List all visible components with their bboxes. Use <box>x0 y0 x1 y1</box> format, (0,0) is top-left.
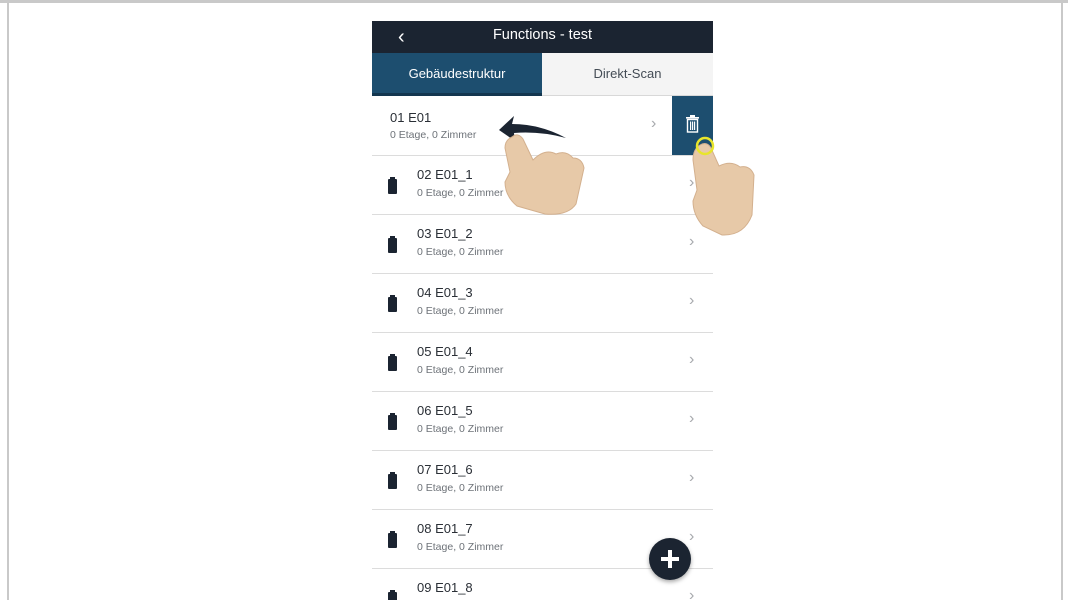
list-item-subtitle: 0 Etage, 0 Zimmer <box>417 482 504 494</box>
add-button[interactable] <box>649 538 691 580</box>
chevron-right-icon: › <box>651 115 657 132</box>
chevron-right-icon: › <box>689 469 695 486</box>
list-item[interactable]: 03 E01_2 0 Etage, 0 Zimmer › <box>372 215 713 274</box>
chevron-right-icon: › <box>689 292 695 309</box>
trash-icon <box>686 115 699 133</box>
list-item-name: 04 E01_3 <box>417 285 473 300</box>
battery-icon <box>388 413 397 430</box>
list-item[interactable]: 04 E01_3 0 Etage, 0 Zimmer › <box>372 274 713 333</box>
list-item-subtitle: 0 Etage, 0 Zimmer <box>417 305 504 317</box>
list-item-subtitle: 0 Etage, 0 Zimmer <box>417 246 504 258</box>
list-item-name: 06 E01_5 <box>417 403 473 418</box>
list-item-subtitle: 0 Etage, 0 Zimmer <box>417 187 504 199</box>
tab-direkt-scan[interactable]: Direkt-Scan <box>542 53 713 96</box>
chevron-right-icon: › <box>689 410 695 427</box>
battery-icon <box>388 354 397 371</box>
list-item-swiped[interactable]: 01 E01 0 Etage, 0 Zimmer › <box>372 96 713 156</box>
app-header: ‹ Functions - test <box>372 21 713 53</box>
tab-bar: Gebäudestruktur Direkt-Scan <box>372 53 713 96</box>
frame-right-border <box>1061 0 1063 600</box>
list-item-subtitle: 0 Etage, 0 Zimmer <box>417 364 504 376</box>
list-item-name: 03 E01_2 <box>417 226 473 241</box>
battery-icon <box>388 177 397 194</box>
list-item-subtitle: 0 Etage, 0 Zimmer <box>417 541 504 553</box>
list-item-name: 05 E01_4 <box>417 344 473 359</box>
frame-left-border <box>7 0 9 600</box>
chevron-right-icon: › <box>689 174 695 191</box>
list-item-name: 02 E01_1 <box>417 167 473 182</box>
chevron-right-icon: › <box>689 351 695 368</box>
delete-button[interactable] <box>672 96 713 155</box>
chevron-right-icon: › <box>689 233 695 250</box>
list-item-subtitle: 0 Etage, 0 Zimmer <box>417 423 504 435</box>
tab-gebaeudestruktur[interactable]: Gebäudestruktur <box>372 53 542 96</box>
frame-top-border <box>0 0 1068 3</box>
list-item-subtitle: 0 Etage, 0 Zimmer <box>390 129 477 141</box>
chevron-right-icon: › <box>689 528 695 545</box>
battery-icon <box>388 472 397 489</box>
chevron-right-icon: › <box>689 587 695 600</box>
list-item[interactable]: 02 E01_1 0 Etage, 0 Zimmer › <box>372 156 713 215</box>
battery-icon <box>388 531 397 548</box>
list-item-name: 07 E01_6 <box>417 462 473 477</box>
list-item-name: 01 E01 <box>390 110 432 125</box>
battery-icon <box>388 590 397 600</box>
list-item[interactable]: 06 E01_5 0 Etage, 0 Zimmer › <box>372 392 713 451</box>
battery-icon <box>388 236 397 253</box>
list-item-name: 08 E01_7 <box>417 521 473 536</box>
page-title: Functions - test <box>492 27 593 43</box>
phone-screen: ‹ Functions - test Gebäudestruktur Direk… <box>372 21 713 600</box>
list-item[interactable]: 05 E01_4 0 Etage, 0 Zimmer › <box>372 333 713 392</box>
list-item[interactable]: 07 E01_6 0 Etage, 0 Zimmer › <box>372 451 713 510</box>
battery-icon <box>388 295 397 312</box>
list-item-name: 09 E01_8 <box>417 580 473 595</box>
